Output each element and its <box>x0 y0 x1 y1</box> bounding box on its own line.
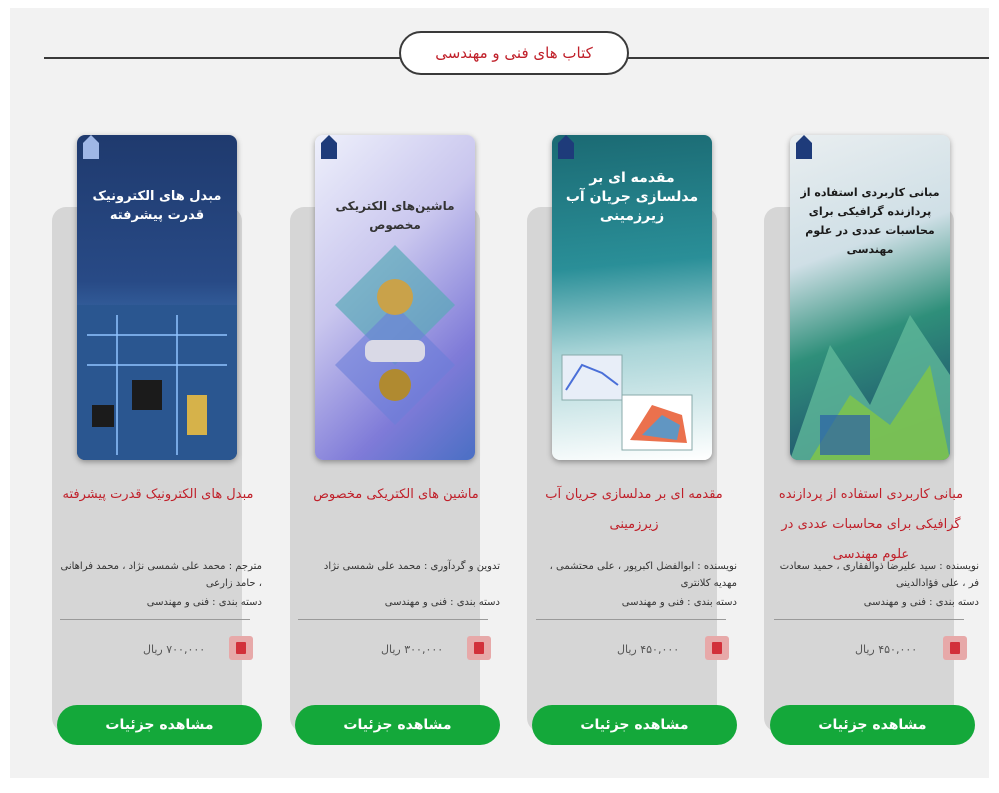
book-cover[interactable]: ماشین‌های الکتریکی مخصوص <box>315 135 475 460</box>
book-title[interactable]: مقدمه ای بر مدلسازی جریان آب زیرزمینی <box>534 480 734 540</box>
cart-icon[interactable] <box>943 636 967 660</box>
view-details-button[interactable]: مشاهده جزئیات <box>532 705 737 745</box>
book-price: ۳۰۰,۰۰۰ ریال <box>381 643 444 656</box>
book-price: ۴۵۰,۰۰۰ ریال <box>855 643 918 656</box>
cart-icon[interactable] <box>467 636 491 660</box>
view-details-button[interactable]: مشاهده جزئیات <box>295 705 500 745</box>
book-price: ۴۵۰,۰۰۰ ریال <box>617 643 680 656</box>
university-emblem-icon <box>83 135 99 159</box>
book-title[interactable]: مبانی کاربردی استفاده از پردازنده گرافیک… <box>771 480 971 570</box>
page: کتاب های فنی و مهندسی مبانی کاربردی استف… <box>0 0 999 793</box>
book-title[interactable]: مبدل های الکترونیک قدرت پیشرفته <box>58 480 258 510</box>
cover-title: مبدل های الکترونیک قدرت پیشرفته <box>92 189 222 223</box>
book-authors: تدوین و گردآوری : محمد علی شمسی نژاد <box>323 561 500 572</box>
card-divider <box>536 619 726 620</box>
cover-title: مبانی کاربردی استفاده از پردازنده گرافیک… <box>800 186 940 256</box>
book-category: دسته بندی : فنی و مهندسی <box>384 597 500 608</box>
view-details-button[interactable]: مشاهده جزئیات <box>57 705 262 745</box>
book-title[interactable]: ماشین های الکتریکی مخصوص <box>296 480 496 510</box>
book-authors: مترجم : محمد علی شمسی نژاد ، محمد فراهان… <box>60 561 262 589</box>
cart-icon[interactable] <box>705 636 729 660</box>
section-divider-right <box>624 57 989 59</box>
book-authors: نویسنده : ابوالفضل اکبرپور ، علی محتشمی … <box>549 561 737 589</box>
book-price: ۷۰۰,۰۰۰ ریال <box>143 643 206 656</box>
book-category: دسته بندی : فنی و مهندسی <box>146 597 262 608</box>
book-category: دسته بندی : فنی و مهندسی <box>621 597 737 608</box>
cover-title: مقدمه ای بر مدلسازی جریان آب زیرزمینی <box>565 170 699 224</box>
section-title: کتاب های فنی و مهندسی <box>399 31 629 75</box>
book-category: دسته بندی : فنی و مهندسی <box>863 597 979 608</box>
view-details-button[interactable]: مشاهده جزئیات <box>770 705 975 745</box>
university-emblem-icon <box>558 135 574 159</box>
book-cover[interactable]: مبانی کاربردی استفاده از پردازنده گرافیک… <box>790 135 950 460</box>
book-cover[interactable]: مبدل های الکترونیک قدرت پیشرفته <box>77 135 237 460</box>
cover-graphic <box>561 354 693 451</box>
cart-icon[interactable] <box>229 636 253 660</box>
university-emblem-icon <box>321 135 337 159</box>
book-authors: نویسنده : سید علیرضا ذوالفقاری ، حمید سع… <box>779 561 979 589</box>
cover-graphic <box>790 315 950 460</box>
university-emblem-icon <box>796 135 812 159</box>
cover-graphic <box>77 305 237 460</box>
card-divider <box>298 619 488 620</box>
card-divider <box>774 619 964 620</box>
cover-graphic <box>335 245 455 425</box>
section-divider-left <box>44 57 406 59</box>
book-cover[interactable]: مقدمه ای بر مدلسازی جریان آب زیرزمینی <box>552 135 712 460</box>
card-divider <box>60 619 250 620</box>
cover-title: ماشین‌های الکتریکی مخصوص <box>335 199 455 232</box>
